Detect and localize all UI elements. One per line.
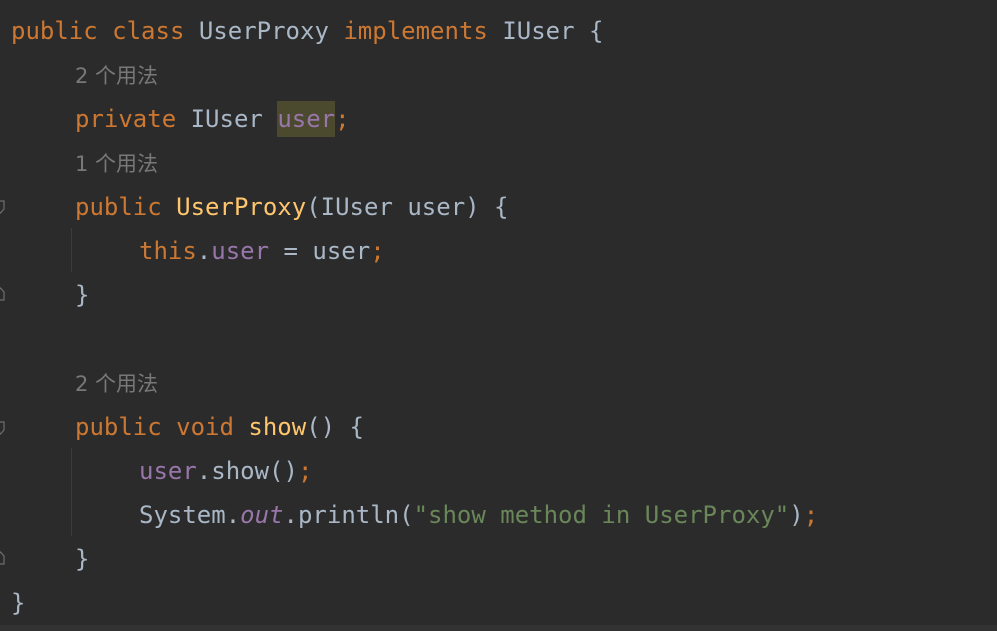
- code-line-assignment[interactable]: this.user = user;: [139, 235, 385, 267]
- close-brace: }: [75, 281, 90, 309]
- type-name[interactable]: IUser: [191, 105, 263, 133]
- close-paren-brace: ) {: [465, 193, 509, 221]
- string-literal[interactable]: "show method in UserProxy": [414, 501, 790, 529]
- indent-guide: [71, 448, 72, 536]
- code-line-constructor[interactable]: public UserProxy(IUser user) {: [75, 191, 509, 223]
- keyword-public: public: [75, 413, 162, 441]
- static-field-out[interactable]: out: [240, 501, 283, 529]
- class-name[interactable]: UserProxy: [199, 17, 329, 45]
- close-brace: }: [75, 545, 90, 573]
- show-call[interactable]: .show(): [197, 457, 298, 485]
- usage-hint[interactable]: 2 个用法: [75, 371, 158, 397]
- editor-bottom-edge: [0, 625, 997, 631]
- fold-open-icon[interactable]: [0, 421, 5, 435]
- code-line-class-close-brace[interactable]: }: [11, 587, 25, 619]
- keyword-void: void: [176, 413, 234, 441]
- close-brace: }: [11, 589, 26, 617]
- fold-close-icon[interactable]: [0, 287, 5, 301]
- keyword-class: class: [112, 17, 185, 45]
- dot: .: [225, 501, 241, 529]
- code-line-field-declaration[interactable]: private IUser user;: [75, 101, 350, 137]
- open-brace: {: [589, 17, 604, 45]
- fold-open-icon[interactable]: [0, 200, 5, 214]
- keyword-implements: implements: [343, 17, 488, 45]
- parens-brace: () {: [306, 413, 364, 441]
- println-call[interactable]: .println(: [284, 501, 414, 529]
- param-name[interactable]: user: [407, 193, 465, 221]
- code-line-close-brace[interactable]: }: [75, 279, 89, 311]
- code-line-println[interactable]: System.out.println("show method in UserP…: [139, 499, 818, 531]
- field-user[interactable]: user: [139, 457, 197, 485]
- interface-name[interactable]: IUser: [502, 17, 574, 45]
- code-line-class-declaration[interactable]: public class UserProxy implements IUser …: [11, 15, 603, 47]
- equals: =: [269, 237, 313, 265]
- dot: .: [196, 237, 212, 265]
- usage-hint[interactable]: 1 个用法: [75, 151, 158, 177]
- close-paren: ): [789, 501, 804, 529]
- keyword-private: private: [75, 105, 177, 133]
- field-user[interactable]: user: [211, 237, 269, 265]
- system-class[interactable]: System: [139, 501, 226, 529]
- indent-guide: [71, 228, 72, 272]
- keyword-public: public: [75, 193, 162, 221]
- keyword-public: public: [11, 17, 98, 45]
- open-paren: (: [306, 193, 321, 221]
- field-user-highlighted[interactable]: user: [277, 101, 336, 137]
- keyword-this: this: [139, 237, 197, 265]
- semicolon: ;: [370, 237, 385, 265]
- param-user[interactable]: user: [312, 237, 370, 265]
- usage-hint[interactable]: 2 个用法: [75, 63, 158, 89]
- semicolon: ;: [803, 501, 819, 529]
- code-line-method-call[interactable]: user.show();: [139, 455, 312, 487]
- constructor-name[interactable]: UserProxy: [176, 193, 306, 221]
- fold-close-icon[interactable]: [0, 551, 5, 565]
- code-line-method-declaration[interactable]: public void show() {: [75, 411, 364, 443]
- method-name[interactable]: show: [248, 413, 306, 441]
- semicolon: ;: [297, 457, 313, 485]
- code-line-close-brace[interactable]: }: [75, 543, 89, 575]
- semicolon: ;: [335, 105, 350, 133]
- param-type[interactable]: IUser: [321, 193, 393, 221]
